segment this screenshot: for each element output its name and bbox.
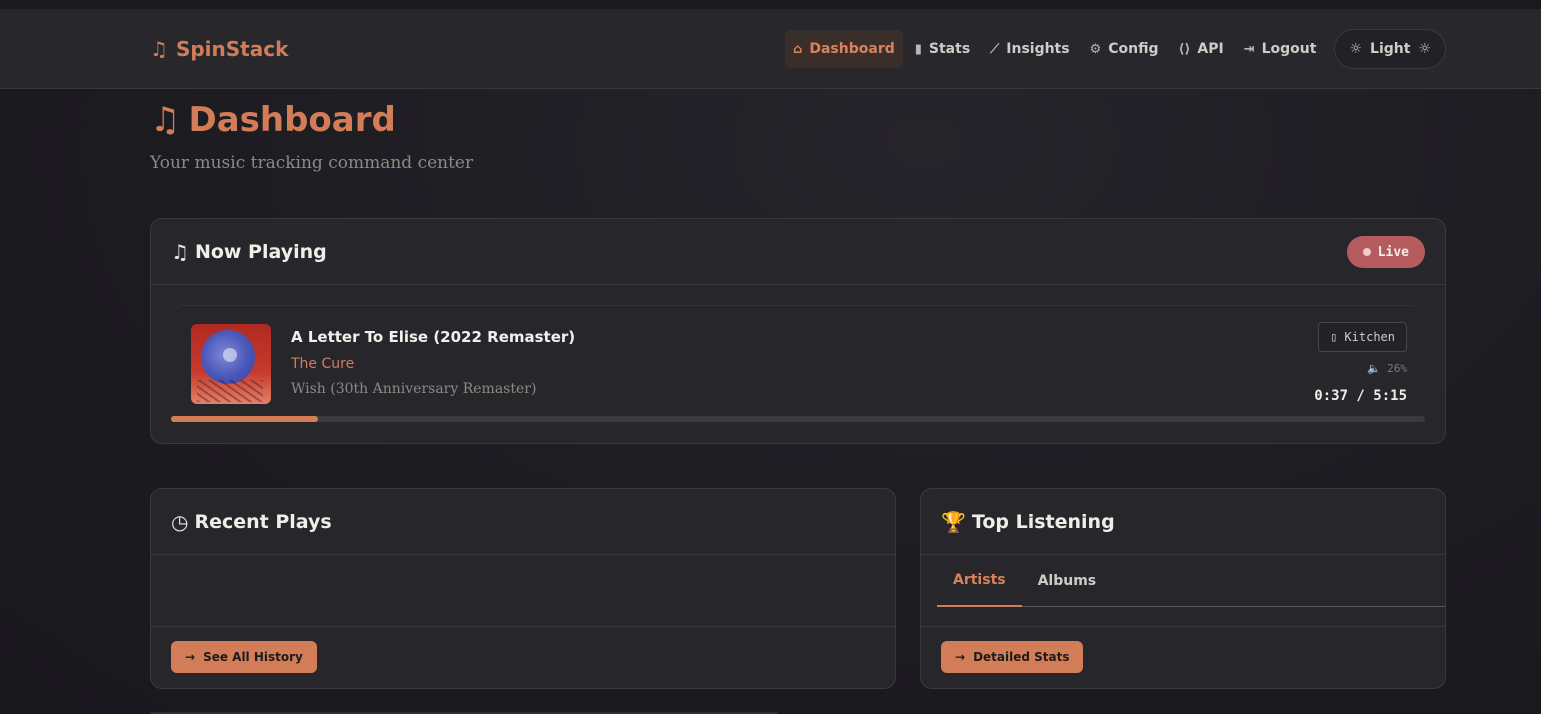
device-chip: ▯ Kitchen (1318, 322, 1407, 352)
track-panel: A Letter To Elise (2022 Remaster) The Cu… (173, 305, 1421, 415)
live-badge: Live (1346, 236, 1425, 268)
card-header: ◷ Recent Plays (151, 489, 895, 555)
sun-icon: ☼ (1349, 41, 1363, 57)
tab-artists[interactable]: Artists (937, 555, 1022, 607)
speaker-device-icon: ▯ (1330, 330, 1338, 344)
card-header: ♫ Now Playing (151, 219, 1445, 285)
music-note-icon: ♫ (150, 100, 181, 140)
theme-toggle-button[interactable]: ☼ Light ☼ (1334, 29, 1446, 69)
album-art-texture (197, 380, 263, 402)
album-cover[interactable] (191, 324, 271, 404)
recent-plays-card: ◷ Recent Plays → See All History (150, 488, 896, 689)
nav-label: Dashboard (809, 41, 895, 57)
card-footer: → See All History (151, 626, 895, 688)
home-icon: ⌂ (793, 41, 803, 57)
button-label: Detailed Stats (973, 650, 1070, 664)
nav-item-api[interactable]: ⟨⟩ API (1171, 30, 1232, 68)
card-footer: → Detailed Stats (921, 626, 1445, 688)
window-top-strip (0, 0, 1541, 9)
playback-progress-bar[interactable] (171, 416, 1425, 422)
nav-item-stats[interactable]: ▮ Stats (907, 30, 978, 68)
top-navbar: ♫ SpinStack ⌂ Dashboard ▮ Stats ⟋ Insigh… (0, 9, 1541, 89)
now-playing-card: ♫ Now Playing Live A Letter To Elise (20… (150, 218, 1446, 444)
bar-chart-icon: ▮ (914, 41, 922, 57)
page-title: ♫ Dashboard (150, 100, 396, 140)
code-icon: ⟨⟩ (1178, 41, 1191, 57)
card-header: 🏆 Top Listening (921, 489, 1445, 555)
nav-label: Insights (1006, 41, 1070, 57)
playback-progress-fill (171, 416, 318, 422)
live-dot-icon (1362, 248, 1371, 256)
playback-time: 0:37 / 5:15 (1314, 388, 1407, 404)
brand-logo[interactable]: ♫ SpinStack (150, 37, 288, 61)
see-all-history-button[interactable]: → See All History (171, 641, 317, 673)
arrow-right-icon: → (185, 650, 196, 664)
page-title-text: Dashboard (188, 100, 396, 140)
logout-icon: ⇥ (1243, 41, 1255, 57)
main-nav: ⌂ Dashboard ▮ Stats ⟋ Insights ⚙ Config … (785, 29, 1446, 69)
track-album: Wish (30th Anniversary Remaster) (291, 381, 537, 397)
track-artist[interactable]: The Cure (291, 356, 354, 372)
page-subtitle: Your music tracking command center (150, 153, 474, 173)
album-art-disc (201, 330, 255, 384)
music-note-icon: ♫ (150, 37, 168, 61)
detailed-stats-button[interactable]: → Detailed Stats (941, 641, 1084, 673)
track-title[interactable]: A Letter To Elise (2022 Remaster) (291, 328, 575, 346)
card-title: Top Listening (971, 510, 1115, 533)
volume-icon: 🔈 (1367, 362, 1382, 375)
music-note-icon: ♫ (171, 239, 189, 264)
card-title: Recent Plays (194, 510, 332, 533)
nav-label: Logout (1261, 41, 1317, 57)
clock-icon: ◷ (171, 509, 189, 534)
sun-icon: ☼ (1418, 41, 1431, 57)
nav-item-logout[interactable]: ⇥ Logout (1236, 30, 1325, 68)
nav-label: API (1197, 41, 1224, 57)
nav-label: Stats (928, 41, 971, 57)
top-listening-card: 🏆 Top Listening Artists Albums → Detaile… (920, 488, 1446, 689)
nav-item-config[interactable]: ⚙ Config (1082, 30, 1167, 68)
live-badge-label: Live (1377, 244, 1409, 260)
gear-icon: ⚙ (1089, 41, 1102, 57)
theme-toggle-label: Light (1370, 41, 1411, 57)
device-name: Kitchen (1344, 330, 1395, 344)
line-chart-icon: ⟋ (990, 41, 1000, 57)
top-listening-tabs: Artists Albums (937, 555, 1445, 607)
button-label: See All History (203, 650, 303, 664)
arrow-right-icon: → (955, 650, 966, 664)
nav-label: Config (1108, 41, 1159, 57)
nav-item-insights[interactable]: ⟋ Insights (982, 30, 1077, 68)
volume-indicator: 🔈 26% (1367, 362, 1407, 375)
card-title: Now Playing (194, 240, 327, 263)
brand-name: SpinStack (175, 37, 289, 61)
tab-albums[interactable]: Albums (1022, 555, 1113, 607)
nav-item-dashboard[interactable]: ⌂ Dashboard (785, 30, 903, 68)
volume-value: 26% (1387, 362, 1407, 375)
trophy-icon: 🏆 (941, 509, 966, 534)
